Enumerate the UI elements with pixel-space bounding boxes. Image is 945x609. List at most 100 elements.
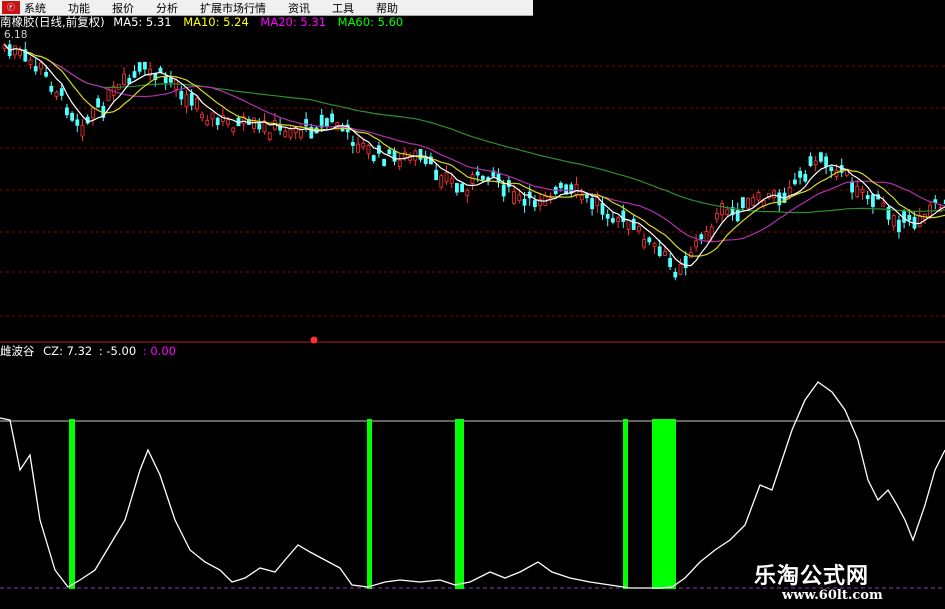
candle	[600, 203, 605, 215]
candle	[616, 217, 620, 223]
candle	[725, 208, 730, 216]
candle	[91, 107, 95, 119]
candle	[881, 202, 886, 207]
candle	[533, 200, 537, 208]
candle	[793, 179, 797, 185]
candle	[611, 218, 615, 223]
candle	[70, 112, 74, 121]
candle	[657, 246, 662, 257]
candle	[605, 214, 610, 219]
candle	[80, 124, 85, 137]
candle	[371, 155, 376, 162]
candle	[252, 117, 257, 130]
candle	[824, 156, 828, 167]
candle	[480, 175, 485, 180]
chart-canvas[interactable]	[0, 0, 945, 609]
candle	[361, 142, 366, 148]
candle	[902, 210, 906, 223]
candle	[871, 194, 875, 207]
candle	[741, 197, 745, 209]
signal-bar	[652, 419, 676, 589]
candle	[668, 257, 672, 267]
candle	[439, 175, 444, 188]
candle	[179, 91, 184, 100]
candle	[720, 203, 724, 216]
ma60-label: MA60: 5.60	[337, 15, 404, 29]
candle	[18, 50, 23, 56]
watermark-site-name: 乐淘公式网	[754, 563, 870, 589]
candle	[174, 79, 179, 90]
candle	[319, 114, 324, 128]
candle	[715, 212, 719, 220]
candle	[756, 192, 761, 201]
candle	[897, 219, 901, 233]
ma10-line	[4, 44, 945, 257]
candle	[12, 45, 17, 56]
candle	[39, 62, 43, 70]
candle	[808, 156, 813, 166]
candle	[330, 113, 335, 123]
ma20-label: MA20: 5.31	[260, 15, 326, 29]
candle	[813, 160, 818, 166]
candle	[49, 85, 54, 92]
candle	[267, 132, 272, 140]
ma10-label: MA10: 5.24	[183, 15, 249, 29]
candle	[298, 129, 303, 138]
candle	[860, 188, 865, 193]
candle	[65, 107, 69, 116]
candle	[382, 158, 387, 166]
candle	[590, 198, 594, 210]
candle	[226, 119, 231, 125]
candle	[96, 98, 100, 108]
candle	[28, 59, 33, 66]
candle	[288, 128, 293, 138]
candle	[231, 127, 236, 133]
candle	[59, 88, 64, 96]
candle	[637, 226, 641, 232]
candle	[387, 149, 392, 155]
indicator-title: 雌波谷 CZ: 7.32 : -5.00 : 0.00	[0, 343, 176, 359]
watermark-url: www.60lt.com	[782, 588, 883, 603]
ma5-label: MA5: 5.31	[113, 15, 172, 29]
candle	[397, 159, 402, 167]
indicator-value-1: : -5.00	[98, 344, 137, 358]
candle	[517, 194, 522, 202]
candle	[168, 77, 173, 83]
candle	[626, 219, 631, 230]
stock-name: 南橡胶(日线,前复权)	[0, 15, 105, 29]
candle	[54, 91, 59, 97]
candle	[673, 271, 678, 278]
candle	[917, 215, 922, 228]
candle	[699, 234, 704, 240]
candle	[392, 150, 397, 162]
price-high-label: 6.18	[4, 29, 28, 41]
candle	[434, 169, 439, 181]
candle	[205, 120, 210, 126]
candle	[746, 197, 750, 209]
indicator-value-2: : 0.00	[142, 344, 176, 358]
signal-bar	[455, 419, 464, 589]
candle	[621, 210, 626, 222]
candle	[647, 237, 652, 243]
candle	[460, 183, 465, 193]
candle	[350, 142, 355, 146]
candle	[798, 170, 802, 178]
candle	[210, 112, 215, 120]
candle	[850, 181, 854, 193]
candle	[704, 231, 709, 242]
candle	[200, 113, 205, 119]
candle	[137, 62, 142, 72]
candle	[132, 71, 137, 78]
candle	[293, 128, 298, 134]
candle	[663, 251, 667, 256]
candle	[501, 184, 506, 197]
candle	[585, 193, 589, 199]
cursor-dot-icon	[310, 336, 318, 344]
candle	[283, 130, 288, 138]
indicator-name: 雌波谷	[0, 344, 35, 358]
candle	[522, 199, 527, 206]
candle	[402, 151, 407, 158]
candle	[366, 144, 371, 155]
candle	[444, 172, 449, 183]
candle	[907, 215, 912, 221]
